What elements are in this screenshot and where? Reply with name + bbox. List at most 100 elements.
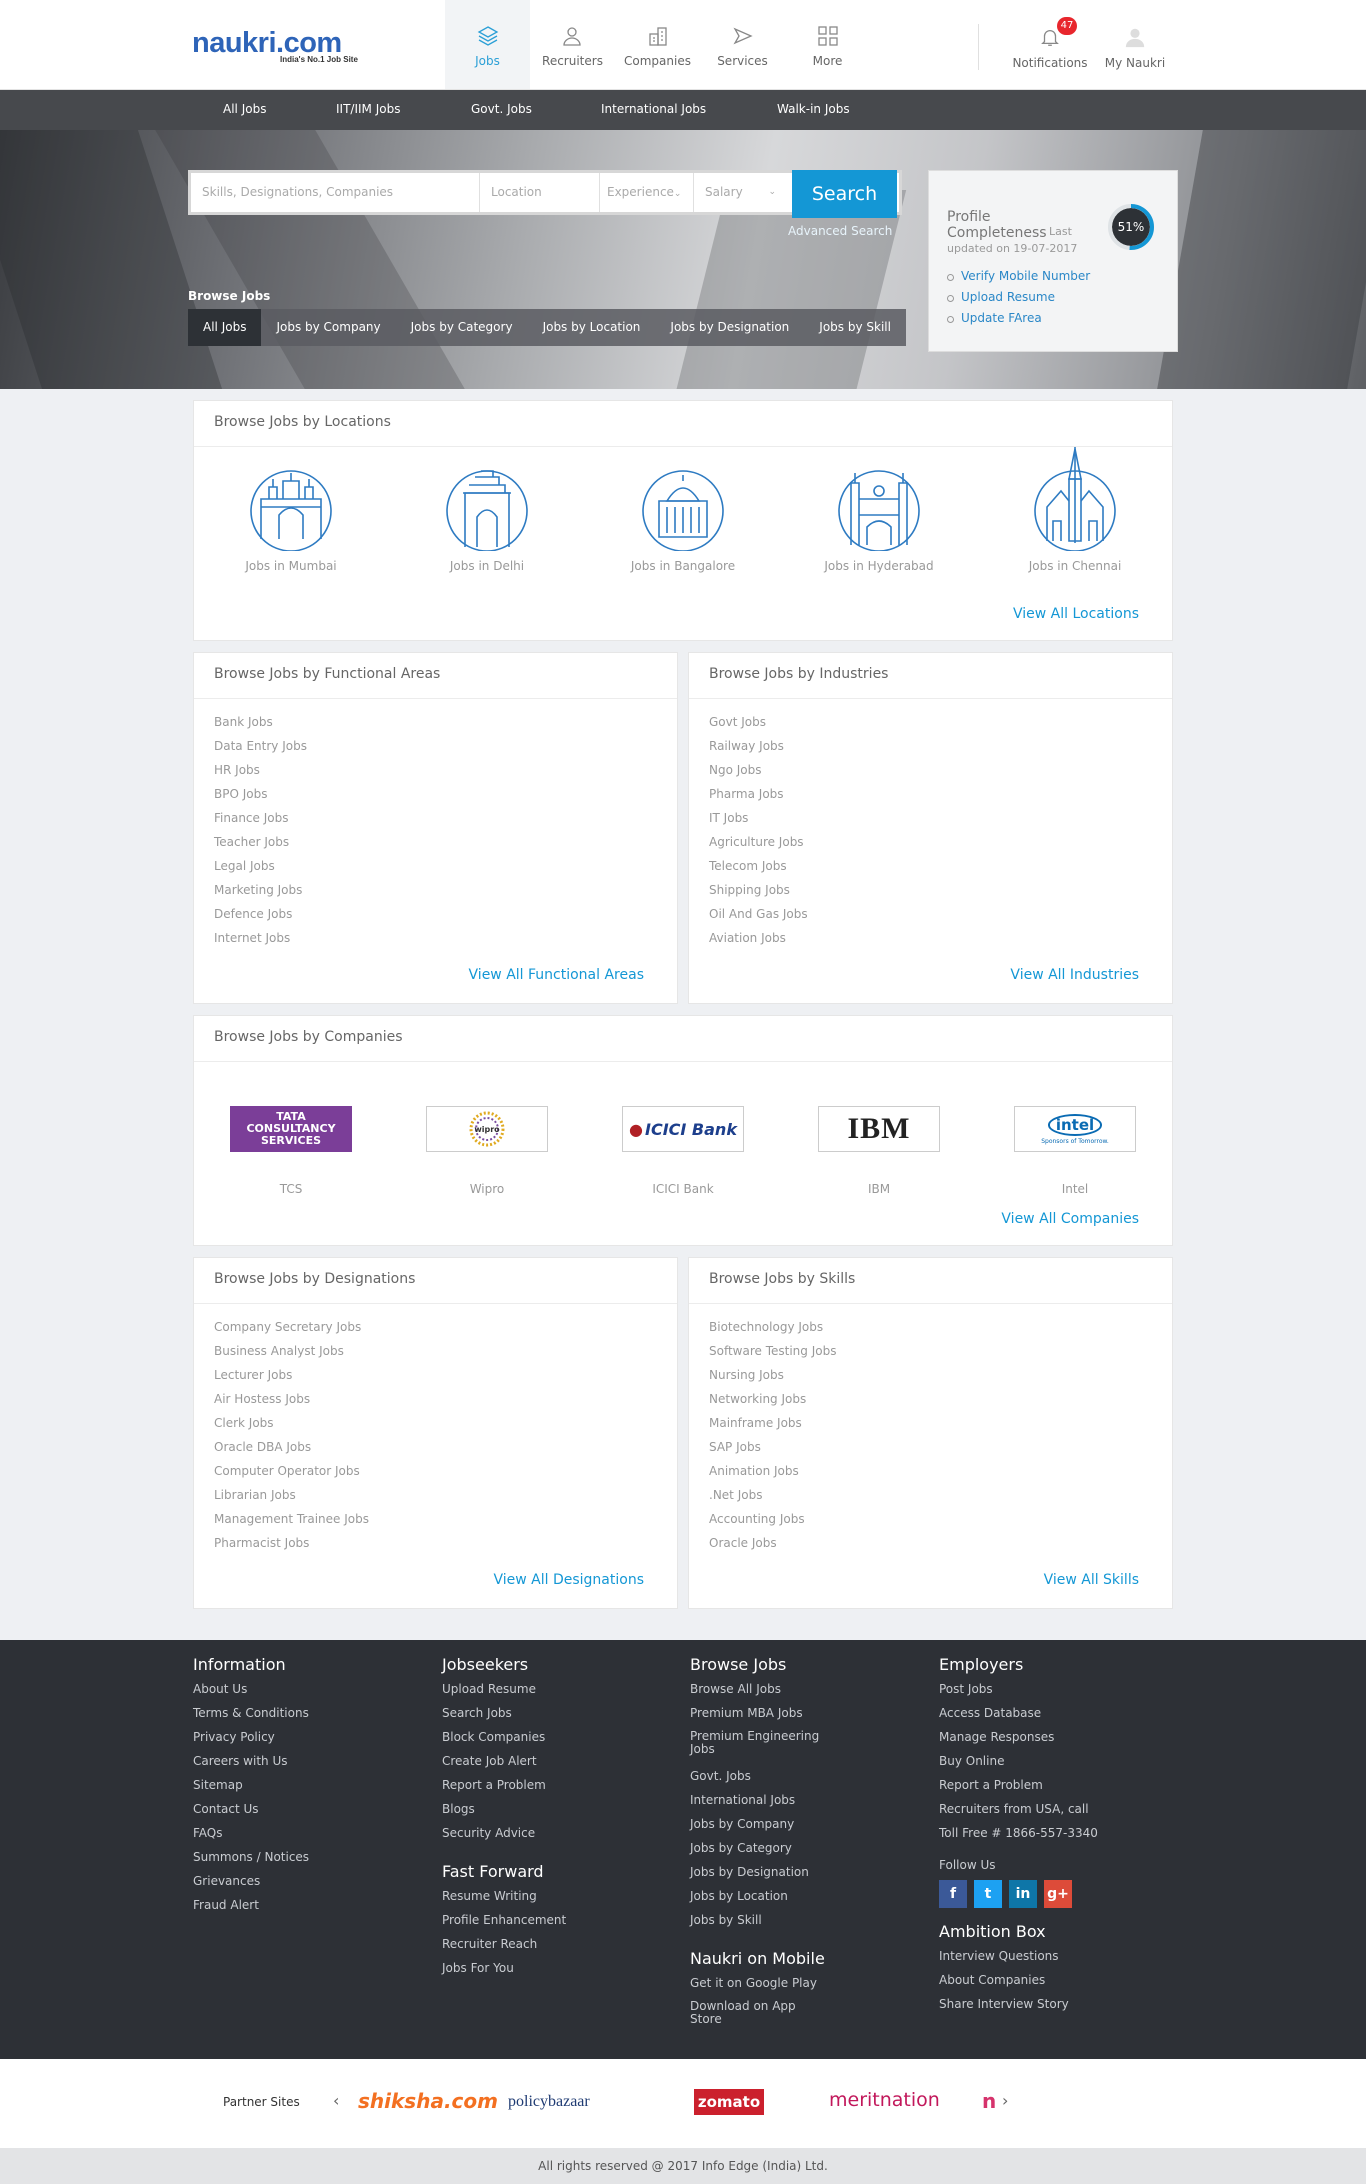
footer-link[interactable]: Fraud Alert [193, 1898, 413, 1922]
footer-link[interactable]: Recruiters from USA, call [939, 1802, 1159, 1826]
facebook-icon[interactable]: f [939, 1880, 967, 1908]
footer-link[interactable]: Browse All Jobs [690, 1682, 840, 1706]
advanced-search-link[interactable]: Advanced Search [788, 224, 892, 238]
footer-link[interactable]: Search Jobs [442, 1706, 662, 1730]
list-item[interactable]: Computer Operator Jobs [214, 1464, 657, 1488]
subnav-all-jobs[interactable]: All Jobs [223, 102, 266, 116]
salary-dropdown[interactable]: Salary ⌄ [694, 173, 784, 212]
view-all-skills-link[interactable]: View All Skills [1044, 1572, 1139, 1588]
footer-link[interactable]: About Companies [939, 1973, 1159, 1997]
view-all-industries-link[interactable]: View All Industries [1010, 967, 1139, 983]
list-item[interactable]: Govt Jobs [709, 715, 1152, 739]
upload-resume-link[interactable]: Upload Resume [947, 290, 1090, 304]
footer-link[interactable]: Govt. Jobs [690, 1769, 840, 1793]
footer-link[interactable]: Terms & Conditions [193, 1706, 413, 1730]
experience-dropdown[interactable]: Experience⌄ [600, 173, 694, 212]
list-item[interactable]: Data Entry Jobs [214, 739, 657, 763]
nav-recruiters[interactable]: Recruiters [530, 0, 615, 89]
footer-link[interactable]: Manage Responses [939, 1730, 1159, 1754]
view-all-functional-areas-link[interactable]: View All Functional Areas [469, 967, 644, 983]
list-item[interactable]: Shipping Jobs [709, 883, 1152, 907]
footer-link[interactable]: Create Job Alert [442, 1754, 662, 1778]
list-item[interactable]: Animation Jobs [709, 1464, 1152, 1488]
list-item[interactable]: Accounting Jobs [709, 1512, 1152, 1536]
list-item[interactable]: Pharma Jobs [709, 787, 1152, 811]
tab-all-jobs[interactable]: All Jobs [188, 309, 262, 346]
location-input[interactable]: Location [480, 173, 600, 212]
list-item[interactable]: Networking Jobs [709, 1392, 1152, 1416]
list-item[interactable]: Railway Jobs [709, 739, 1152, 763]
footer-link[interactable]: Buy Online [939, 1754, 1159, 1778]
verify-mobile-link[interactable]: Verify Mobile Number [947, 269, 1090, 283]
company-tcs[interactable]: TATA CONSULTANCY SERVICES TCS [226, 1106, 356, 1196]
footer-link[interactable]: Report a Problem [939, 1778, 1159, 1802]
subnav-iit-iim-jobs[interactable]: IIT/IIM Jobs [336, 102, 400, 116]
footer-link[interactable]: Download on App Store [690, 2000, 810, 2026]
list-item[interactable]: Software Testing Jobs [709, 1344, 1152, 1368]
footer-link[interactable]: Blogs [442, 1802, 662, 1826]
list-item[interactable]: Lecturer Jobs [214, 1368, 657, 1392]
notifications-button[interactable]: 47 Notifications [1010, 0, 1090, 89]
tab-jobs-by-skill[interactable]: Jobs by Skill [804, 309, 906, 346]
chevron-right-icon[interactable]: › [1002, 2091, 1008, 2110]
footer-link[interactable]: Profile Enhancement [442, 1913, 662, 1937]
footer-link[interactable]: Upload Resume [442, 1682, 662, 1706]
footer-link[interactable]: Jobs by Location [690, 1889, 840, 1913]
list-item[interactable]: Pharmacist Jobs [214, 1536, 657, 1560]
footer-link[interactable]: Access Database [939, 1706, 1159, 1730]
footer-link[interactable]: International Jobs [690, 1793, 840, 1817]
footer-link[interactable]: FAQs [193, 1826, 413, 1850]
tab-jobs-by-location[interactable]: Jobs by Location [528, 309, 656, 346]
partner-meritnation-logo[interactable]: meritnation [829, 2089, 940, 2111]
list-item[interactable]: Librarian Jobs [214, 1488, 657, 1512]
location-bangalore[interactable]: Jobs in Bangalore [618, 459, 748, 573]
partner-policybazaar-logo[interactable]: policybazaar [508, 2093, 590, 2111]
list-item[interactable]: Ngo Jobs [709, 763, 1152, 787]
nav-more[interactable]: More [785, 0, 870, 89]
footer-link[interactable]: Grievances [193, 1874, 413, 1898]
footer-link[interactable]: Resume Writing [442, 1889, 662, 1913]
company-icici[interactable]: ● ICICI Bank ICICI Bank [618, 1106, 748, 1196]
subnav-walk-in-jobs[interactable]: Walk-in Jobs [777, 102, 850, 116]
list-item[interactable]: HR Jobs [214, 763, 657, 787]
partner-shiksha-logo[interactable]: shiksha.com [358, 2089, 498, 2113]
list-item[interactable]: Marketing Jobs [214, 883, 657, 907]
footer-link[interactable]: Sitemap [193, 1778, 413, 1802]
my-naukri-button[interactable]: My Naukri [1098, 0, 1172, 89]
footer-link[interactable]: Jobs For You [442, 1961, 662, 1985]
footer-link[interactable]: Jobs by Category [690, 1841, 840, 1865]
list-item[interactable]: Bank Jobs [214, 715, 657, 739]
list-item[interactable]: Business Analyst Jobs [214, 1344, 657, 1368]
location-mumbai[interactable]: Jobs in Mumbai [226, 459, 356, 573]
location-delhi[interactable]: Jobs in Delhi [422, 459, 552, 573]
list-item[interactable]: BPO Jobs [214, 787, 657, 811]
list-item[interactable]: Telecom Jobs [709, 859, 1152, 883]
list-item[interactable]: Internet Jobs [214, 931, 657, 955]
company-ibm[interactable]: IBM IBM [814, 1106, 944, 1196]
chevron-left-icon[interactable]: ‹ [333, 2091, 339, 2110]
footer-link[interactable]: Privacy Policy [193, 1730, 413, 1754]
footer-link[interactable]: Get it on Google Play [690, 1976, 840, 2000]
list-item[interactable]: .Net Jobs [709, 1488, 1152, 1512]
tab-jobs-by-category[interactable]: Jobs by Category [396, 309, 528, 346]
list-item[interactable]: Legal Jobs [214, 859, 657, 883]
list-item[interactable]: IT Jobs [709, 811, 1152, 835]
keywords-input[interactable]: Skills, Designations, Companies [191, 173, 480, 212]
partner-zomato-logo[interactable]: zomato [694, 2089, 764, 2115]
footer-link[interactable]: Jobs by Designation [690, 1865, 840, 1889]
nav-services[interactable]: Services [700, 0, 785, 89]
footer-link[interactable]: Security Advice [442, 1826, 662, 1850]
footer-link[interactable]: Premium Engineering Jobs [690, 1730, 840, 1769]
naukri-logo[interactable]: naukri.com India's No.1 Job Site [192, 28, 372, 66]
twitter-icon[interactable]: t [974, 1880, 1002, 1908]
tab-jobs-by-designation[interactable]: Jobs by Designation [655, 309, 804, 346]
nav-companies[interactable]: Companies [615, 0, 700, 89]
search-button[interactable]: Search [792, 170, 897, 218]
footer-link[interactable]: Jobs by Skill [690, 1913, 840, 1937]
list-item[interactable]: Teacher Jobs [214, 835, 657, 859]
list-item[interactable]: Agriculture Jobs [709, 835, 1152, 859]
footer-link[interactable]: Share Interview Story [939, 1997, 1159, 2021]
list-item[interactable]: Defence Jobs [214, 907, 657, 931]
nav-jobs[interactable]: Jobs [445, 0, 530, 89]
location-hyderabad[interactable]: Jobs in Hyderabad [814, 459, 944, 573]
